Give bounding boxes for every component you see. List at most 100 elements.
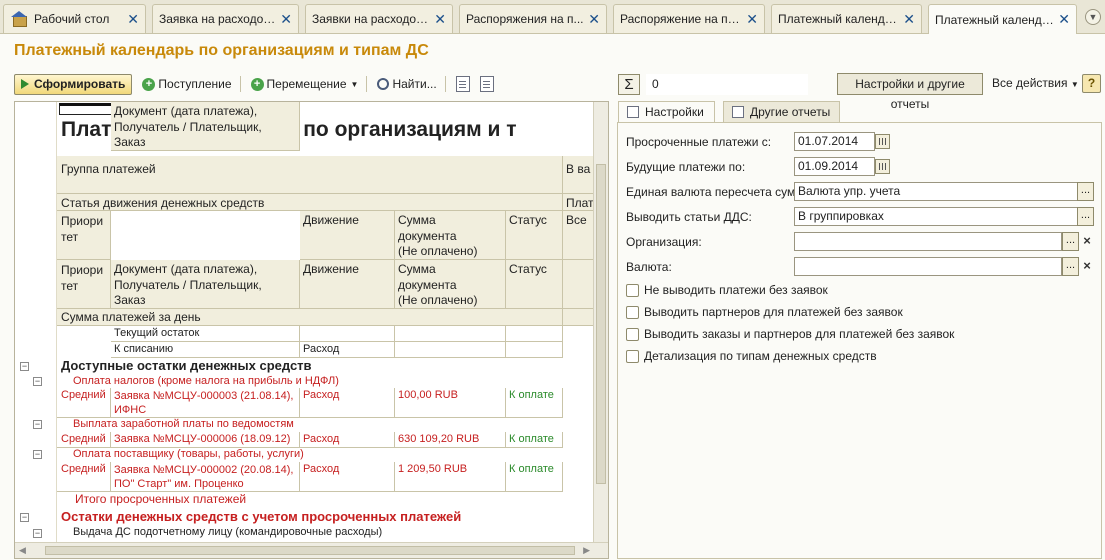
col-priority-l1: Приори (61, 263, 104, 277)
organization-field[interactable] (794, 232, 1062, 251)
separator (239, 76, 241, 92)
scroll-thumb[interactable] (596, 164, 606, 484)
vertical-scrollbar[interactable] (593, 102, 608, 542)
col-doc-l1: Документ (дата платежа), (114, 262, 258, 276)
col-priority-l2: тет (61, 230, 79, 244)
col-document: Документ (дата платежа), Получатель / Пла… (111, 260, 300, 309)
tab-order[interactable]: Распоряжение на пе... ✕ (613, 4, 765, 33)
checkbox-label: Детализация по типам денежных средств (644, 349, 877, 363)
dds-field[interactable]: В группировках (794, 207, 1078, 226)
r3-doc-l2: ПО" Старт" им. Проценко (114, 478, 244, 490)
scroll-left-icon[interactable]: ◀ (19, 545, 26, 556)
collapse-icon[interactable]: − (33, 377, 42, 386)
tab-payment-calendar[interactable]: Платежный календарь ✕ (771, 4, 922, 33)
r1-sum: 100,00 RUB (395, 388, 506, 418)
help-icon[interactable]: ? (1082, 74, 1101, 93)
r2-document[interactable]: Заявка №МСЦУ-000006 (18.09.12) (111, 432, 300, 448)
tab-payment-calendar-active[interactable]: Платежный календа... ✕ (928, 4, 1077, 34)
checkbox[interactable] (626, 305, 639, 319)
select-button[interactable]: ... (1077, 207, 1094, 226)
checkbox[interactable] (626, 349, 639, 363)
close-icon[interactable]: ✕ (127, 11, 139, 28)
select-button[interactable]: ... (1062, 232, 1079, 251)
collapse-icon[interactable]: − (20, 513, 29, 522)
report-area[interactable]: Платежный календарь по организациям и т … (14, 101, 609, 559)
close-icon[interactable]: ✕ (1058, 11, 1070, 28)
cell (300, 326, 395, 342)
clear-icon[interactable]: × (1079, 232, 1095, 251)
scroll-right-icon[interactable]: ▶ (583, 545, 590, 556)
header-right-sub1: Плат (563, 194, 595, 211)
tree-gutter (15, 102, 57, 542)
horizontal-scrollbar[interactable]: ◀ ▶ (15, 542, 608, 558)
all-actions-menu[interactable]: Все действия ▼ (992, 76, 1079, 90)
checkbox-detail-by-type[interactable]: Детализация по типам денежных средств (626, 349, 877, 363)
collapse-icon[interactable]: − (33, 420, 42, 429)
close-icon[interactable]: ✕ (280, 11, 292, 28)
future-to-field[interactable]: 01.09.2014 (794, 157, 875, 176)
checkbox-label: Выводить партнеров для платежей без заяв… (644, 305, 903, 319)
close-icon[interactable]: ✕ (746, 11, 758, 28)
day-total-row: Сумма платежей за день (57, 309, 563, 326)
close-icon[interactable]: ✕ (588, 11, 600, 28)
checkbox-partners[interactable]: Выводить партнеров для платежей без заяв… (626, 305, 903, 319)
move-button[interactable]: + Перемещение ▼ (250, 77, 358, 91)
toolbar: Сформировать + Поступление + Перемещение… (14, 73, 494, 95)
sum-icon[interactable]: Σ (618, 74, 640, 95)
find-button[interactable]: Найти... (377, 77, 437, 91)
currency-conv-field[interactable]: Валюта упр. учета (794, 182, 1078, 201)
close-icon[interactable]: ✕ (903, 11, 915, 28)
page-title: Платежный календарь по организациям и ти… (14, 42, 429, 59)
currency-field[interactable] (794, 257, 1062, 276)
tab-settings[interactable]: Настройки (618, 101, 715, 123)
collapse-icon[interactable]: − (20, 362, 29, 371)
tab-label: Платежный календа... (935, 12, 1055, 27)
tab-other-reports[interactable]: Другие отчеты (723, 101, 840, 123)
select-button[interactable]: ... (1077, 182, 1094, 201)
header-right-empty (563, 260, 595, 309)
checkbox-label: Выводить заказы и партнеров для платежей… (644, 327, 955, 341)
calendar-icon[interactable] (875, 159, 890, 174)
overdue-from-field[interactable]: 01.07.2014 (794, 132, 875, 151)
copy-icon[interactable] (455, 76, 470, 92)
settings-panel: Настройки Другие отчеты Просроченные пла… (617, 101, 1102, 559)
tabs-menu-chevron-icon[interactable]: ▼ (1085, 9, 1101, 25)
checkbox-no-requests[interactable]: Не выводить платежи без заявок (626, 283, 828, 297)
r3-document[interactable]: Заявка №МСЦУ-000002 (20.08.14), ПО" Старт… (111, 462, 300, 492)
select-button[interactable]: ... (1062, 257, 1079, 276)
tab-expense-requests[interactable]: Заявки на расходов... ✕ (305, 4, 453, 33)
currency-conv-label: Единая валюта пересчета сумм: (626, 185, 807, 199)
collapse-icon[interactable]: − (33, 450, 42, 459)
cell (506, 326, 563, 342)
tab-desktop[interactable]: Рабочий стол ✕ (3, 4, 146, 33)
r3-doc-l1: Заявка №МСЦУ-000002 (20.08.14), (114, 464, 294, 476)
clear-icon[interactable]: × (1079, 257, 1095, 276)
receipt-button[interactable]: + Поступление (142, 77, 232, 91)
col-priority-l1: Приори (61, 214, 104, 228)
search-icon (377, 78, 390, 90)
scroll-thumb[interactable] (45, 546, 575, 555)
collapse-icon[interactable]: − (33, 529, 42, 538)
checkbox[interactable] (626, 327, 639, 341)
col-sum-l1: Сумма (398, 213, 436, 227)
cell (395, 342, 506, 358)
checkbox-orders-partners[interactable]: Выводить заказы и партнеров для платежей… (626, 327, 954, 341)
paste-icon[interactable] (479, 76, 494, 92)
calendar-icon[interactable] (875, 134, 890, 149)
r3-status: К оплате (506, 462, 563, 492)
col-sum-l2: документа (398, 228, 457, 243)
tab-orders-list[interactable]: Распоряжения на п... ✕ (459, 4, 607, 33)
checkbox-label: Не выводить платежи без заявок (644, 283, 828, 297)
r1-document[interactable]: Заявка №МСЦУ-000003 (21.08.14), ИФНС (111, 388, 300, 418)
col-sum-l2: документа (398, 277, 457, 292)
receipt-label: Поступление (158, 77, 232, 91)
col-sum-l3: (Не оплачено) (398, 244, 478, 258)
available-balances-row: Доступные остатки денежных средств (61, 358, 312, 373)
col-sum-l3: (Не оплачено) (398, 293, 478, 307)
generate-button[interactable]: Сформировать (14, 73, 133, 95)
close-icon[interactable]: ✕ (434, 11, 446, 28)
checkbox[interactable] (626, 283, 639, 297)
tab-expense-request[interactable]: Заявка на расходов... ✕ (152, 4, 299, 33)
overdue-total-row: Итого просроченных платежей (75, 492, 247, 506)
settings-reports-button[interactable]: Настройки и другие отчеты (837, 73, 983, 111)
